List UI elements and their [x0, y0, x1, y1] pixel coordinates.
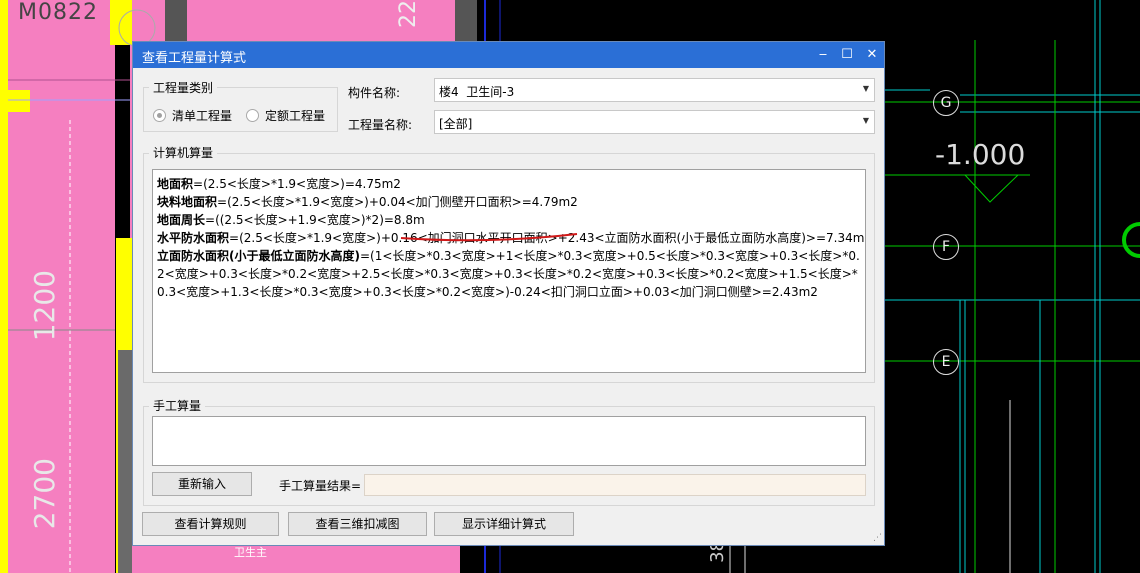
dimension-top: 22	[396, 0, 421, 28]
chevron-down-icon: ▼	[862, 84, 869, 93]
radio-bill-label: 清单工程量	[172, 109, 233, 123]
component-name-value: 楼4 卫生间-3	[439, 85, 515, 99]
formula-expr: =(2.5<长度>*1.9<宽度>)=4.75m2	[193, 177, 401, 191]
radio-bill-quantity[interactable]: 清单工程量	[153, 107, 232, 124]
grid-axis-f: F	[933, 234, 959, 260]
door-label: M0822	[18, 0, 98, 25]
computer-calc-label: 计算机算量	[149, 144, 218, 161]
quantity-name-value: [全部]	[439, 117, 473, 131]
manual-result-label: 手工算量结果=	[279, 479, 362, 493]
red-underline-annotation	[400, 233, 578, 242]
radio-checked-icon	[153, 109, 166, 122]
radio-quota-label: 定额工程量	[265, 109, 326, 123]
grid-axis-g: G	[933, 90, 959, 116]
formula-expr: =((2.5<长度>+1.9<宽度>)*2)=8.8m	[205, 213, 425, 227]
formula-name: 立面防水面积(小于最低立面防水高度)	[157, 249, 360, 263]
computer-calc-textarea[interactable]: 地面积=(2.5<长度>*1.9<宽度>)=4.75m2 块料地面积=(2.5<…	[152, 169, 866, 373]
formula-name: 水平防水面积	[157, 231, 230, 245]
view-3d-deduction-button[interactable]: 查看三维扣减图	[288, 512, 427, 536]
quantity-type-label: 工程量类别	[149, 79, 218, 96]
formula-name: 地面周长	[157, 213, 206, 227]
dimension-2700: 2700	[28, 458, 61, 530]
component-name-select[interactable]: 楼4 卫生间-3 ▼	[434, 78, 875, 102]
view-quantity-formula-dialog: 查看工程量计算式 ‒ ☐ ✕ 工程量类别 清单工程量 定额工程量 构件名称: 楼…	[132, 41, 885, 546]
view-calc-rules-button[interactable]: 查看计算规则	[142, 512, 279, 536]
reenter-button[interactable]: 重新输入	[152, 472, 252, 496]
dialog-titlebar[interactable]: 查看工程量计算式 ‒ ☐ ✕	[133, 42, 884, 68]
formula-line: 块料地面积=(2.5<长度>*1.9<宽度>)+0.04<加门侧壁开口面积>=4…	[157, 193, 861, 211]
formula-name: 块料地面积	[157, 195, 218, 209]
radio-quota-quantity[interactable]: 定额工程量	[246, 107, 325, 124]
elevation-label: -1.000	[935, 138, 1026, 171]
chevron-down-icon: ▼	[862, 116, 869, 125]
dialog-title: 查看工程量计算式	[142, 51, 247, 66]
show-detailed-formula-button[interactable]: 显示详细计算式	[434, 512, 574, 536]
formula-line: 地面周长=((2.5<长度>+1.9<宽度>)*2)=8.8m	[157, 211, 861, 229]
formula-line: 立面防水面积(小于最低立面防水高度)=(1<长度>*0.3<宽度>+1<长度>*…	[157, 247, 861, 301]
minimize-button[interactable]: ‒	[814, 46, 832, 64]
grid-axis-e: E	[933, 349, 959, 375]
formula-expr: =(2.5<长度>*1.9<宽度>)+0.04<加门侧壁开口面积>=4.79m2	[217, 195, 578, 209]
quantity-name-select[interactable]: [全部] ▼	[434, 110, 875, 134]
formula-name: 地面积	[157, 177, 194, 191]
maximize-button[interactable]: ☐	[838, 46, 856, 64]
manual-calc-label: 手工算量	[149, 397, 206, 414]
close-button[interactable]: ✕	[863, 46, 881, 64]
dimension-1200: 1200	[28, 270, 61, 342]
manual-result-field[interactable]	[364, 474, 866, 496]
manual-calc-textarea[interactable]	[152, 416, 866, 466]
radio-unchecked-icon	[246, 109, 259, 122]
formula-line: 地面积=(2.5<长度>*1.9<宽度>)=4.75m2	[157, 175, 861, 193]
component-name-label: 构件名称:	[348, 86, 401, 100]
resize-grip-icon[interactable]: ⋰	[873, 533, 882, 543]
quantity-name-label: 工程量名称:	[348, 118, 413, 132]
room-label: 卫生主	[234, 546, 267, 559]
